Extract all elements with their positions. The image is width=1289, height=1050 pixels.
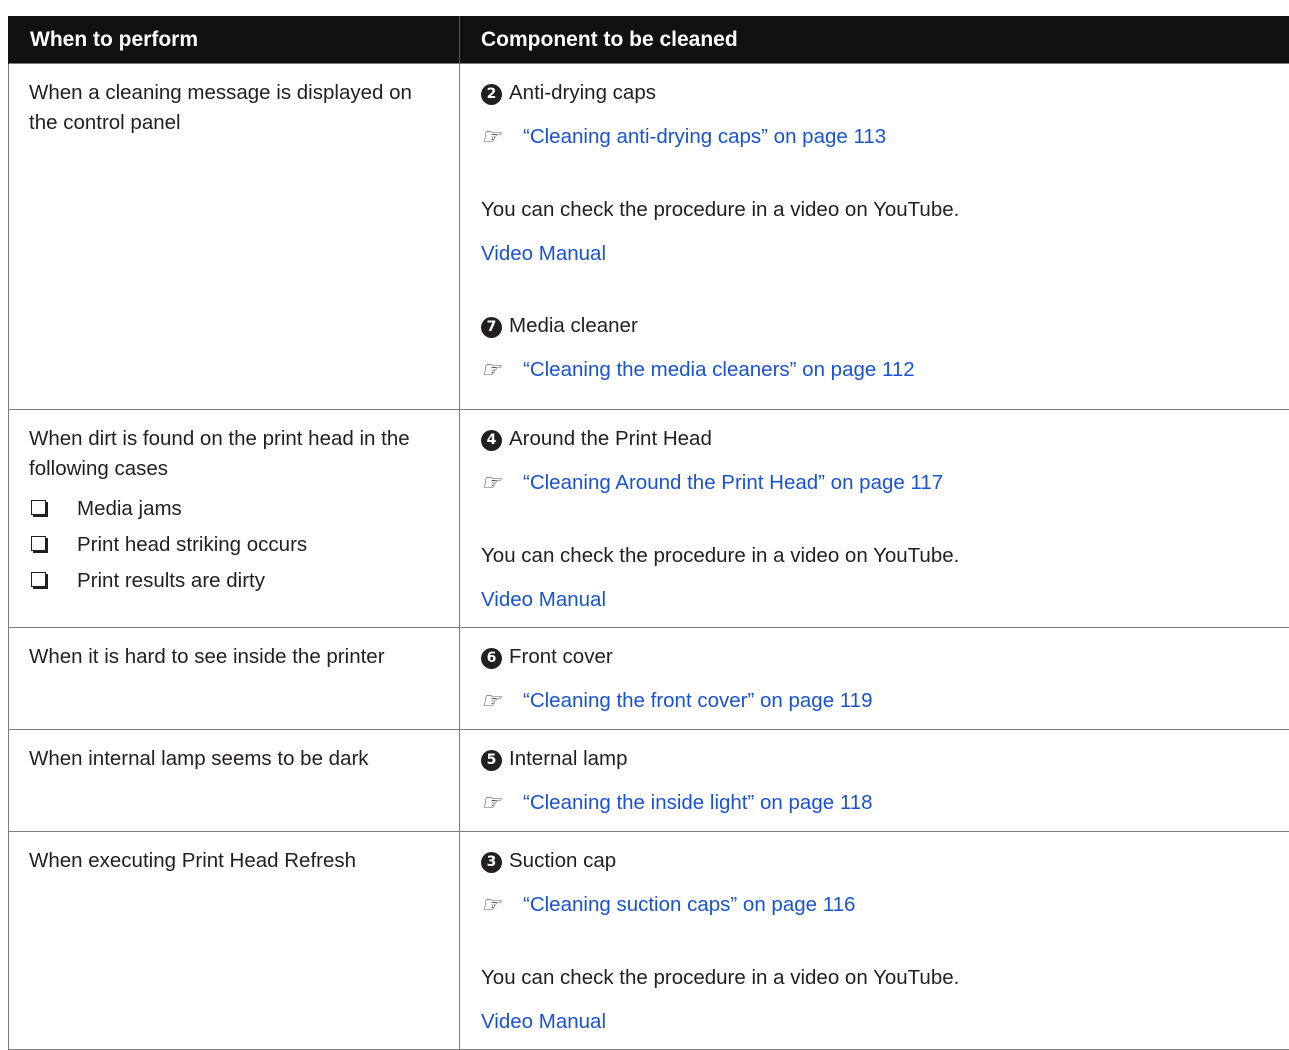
component-name: Suction cap [509,849,616,872]
component-item: 3 Suction cap [481,846,1271,876]
reference-hand-icon: ☞ [481,789,515,819]
maintenance-table: When to perform Component to be cleaned … [8,16,1289,1050]
case-item: Print results are dirty [29,566,441,596]
component-name: Around the Print Head [509,427,712,450]
component-cell: 3 Suction cap ☞ “Cleaning suction caps” on… [460,832,1289,1050]
component-cell: 4 Around the Print Head ☞ “Cleaning Around… [460,410,1289,628]
checkbox-bullet-icon [31,572,46,587]
reference-line: ☞ “Cleaning the media cleaners” on page 1… [481,355,1271,386]
component-name: Internal lamp [509,747,628,770]
table-row: When it is hard to see inside the printe… [9,628,1289,730]
when-text: When a cleaning message is displayed on … [29,78,441,138]
reference-line: ☞ “Cleaning the inside light” on page 118 [481,788,1271,819]
reference-hand-icon: ☞ [481,687,515,717]
case-item: Media jams [29,494,441,524]
checkbox-bullet-icon [31,536,46,551]
reference-hand-icon: ☞ [481,356,515,386]
video-line: Video Manual [481,585,1271,615]
reference-line: ☞ “Cleaning suction caps” on page 116 [481,890,1271,921]
component-item: 6 Front cover [481,642,1271,672]
component-item: 2 Anti-drying caps [481,78,1271,108]
reference-hand-icon: ☞ [481,891,515,921]
table-row: When internal lamp seems to be dark 5 Int… [9,730,1289,832]
reference-link[interactable]: “Cleaning the inside light” on page 118 [523,791,873,814]
video-manual-link[interactable]: Video Manual [481,588,606,611]
numbered-callout-icon: 5 [481,750,502,771]
numbered-callout-icon: 6 [481,648,502,669]
checkbox-bullet-icon [31,500,46,515]
reference-link[interactable]: “Cleaning anti-drying caps” on page 113 [523,125,886,148]
reference-link[interactable]: “Cleaning suction caps” on page 116 [523,893,855,916]
reference-hand-icon: ☞ [481,469,515,499]
case-label: Media jams [77,497,182,520]
component-name: Media cleaner [509,314,638,337]
video-line: Video Manual [481,1007,1271,1037]
case-item: Print head striking occurs [29,530,441,560]
when-text: When dirt is found on the print head in … [29,424,441,484]
when-cell: When it is hard to see inside the printe… [9,628,460,730]
when-cell: When internal lamp seems to be dark [9,730,460,832]
video-manual-link[interactable]: Video Manual [481,1010,606,1033]
component-name: Anti-drying caps [509,81,656,104]
component-name: Front cover [509,645,613,668]
component-item: 5 Internal lamp [481,744,1271,774]
reference-line: ☞ “Cleaning anti-drying caps” on page 113 [481,122,1271,153]
numbered-callout-icon: 3 [481,852,502,873]
table-row: When dirt is found on the print head in … [9,410,1289,628]
video-note: You can check the procedure in a video o… [481,963,1271,993]
numbered-callout-icon: 4 [481,430,502,451]
when-cell: When dirt is found on the print head in … [9,410,460,628]
table-row: When a cleaning message is displayed on … [9,64,1289,410]
reference-line: ☞ “Cleaning the front cover” on page 119 [481,686,1271,717]
table-header-row: When to perform Component to be cleaned [9,16,1289,64]
case-label: Print results are dirty [77,569,265,592]
when-cell: When executing Print Head Refresh [9,832,460,1050]
numbered-callout-icon: 7 [481,317,502,338]
reference-line: ☞ “Cleaning Around the Print Head” on pag… [481,468,1271,499]
when-cell: When a cleaning message is displayed on … [9,64,460,410]
video-note: You can check the procedure in a video o… [481,195,1271,225]
header-when-to-perform: When to perform [9,16,460,64]
video-line: Video Manual [481,239,1271,269]
when-text: When it is hard to see inside the printe… [29,642,441,672]
video-manual-link[interactable]: Video Manual [481,242,606,265]
component-cell: 5 Internal lamp ☞ “Cleaning the inside lig… [460,730,1289,832]
reference-link[interactable]: “Cleaning the media cleaners” on page 11… [523,358,915,381]
when-text: When internal lamp seems to be dark [29,744,441,774]
video-note: You can check the procedure in a video o… [481,541,1271,571]
numbered-callout-icon: 2 [481,84,502,105]
case-label: Print head striking occurs [77,533,307,556]
reference-hand-icon: ☞ [481,123,515,153]
reference-link[interactable]: “Cleaning the front cover” on page 119 [523,689,872,712]
component-item: 7 Media cleaner [481,311,1271,341]
component-cell: 2 Anti-drying caps ☞ “Cleaning anti-drying… [460,64,1289,410]
when-text: When executing Print Head Refresh [29,846,441,876]
table-row: When executing Print Head Refresh 3 Sucti… [9,832,1289,1050]
reference-link[interactable]: “Cleaning Around the Print Head” on page… [523,471,943,494]
component-item: 4 Around the Print Head [481,424,1271,454]
header-component-to-be-cleaned: Component to be cleaned [460,16,1289,64]
component-cell: 6 Front cover ☞ “Cleaning the front cover”… [460,628,1289,730]
